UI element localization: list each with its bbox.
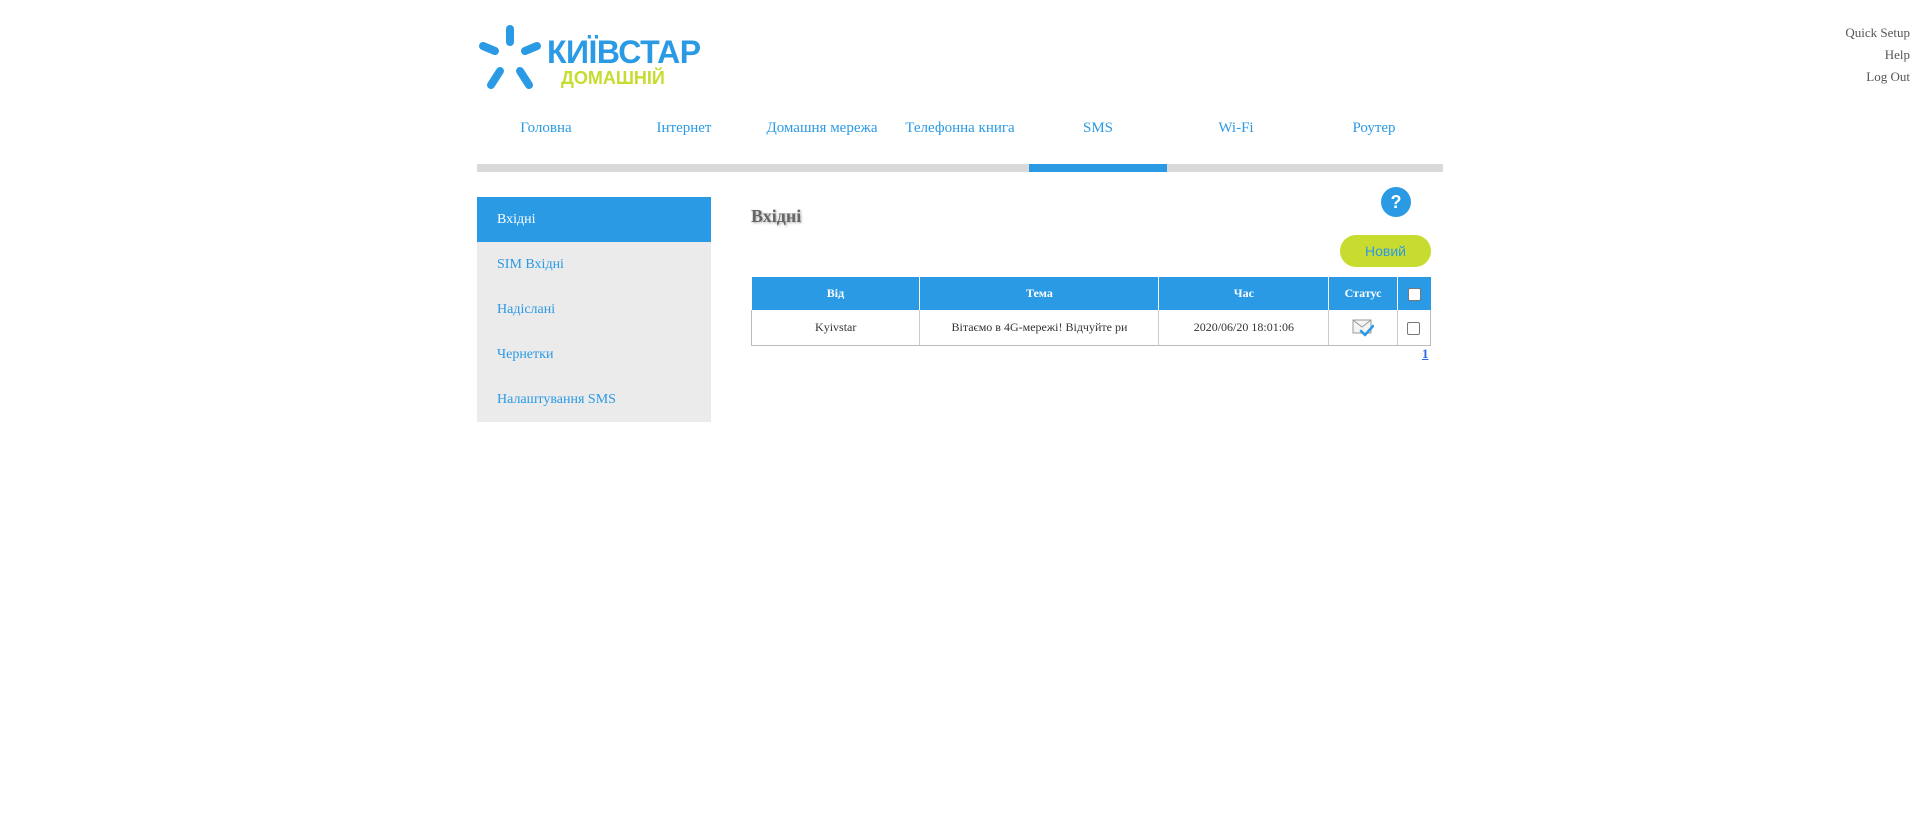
tab-sms[interactable]: SMS — [1029, 112, 1167, 144]
column-header-subject[interactable]: Тема — [919, 277, 1160, 310]
brand-subtitle: ДОМАШНІЙ — [561, 68, 665, 88]
message-status — [1328, 310, 1398, 346]
sidebar-item-inbox[interactable]: Вхідні — [477, 197, 711, 242]
sidebar-item-sim-inbox[interactable]: SIM Вхідні — [477, 242, 711, 287]
quick-setup-link[interactable]: Quick Setup — [1845, 22, 1910, 44]
tab-home-network[interactable]: Домашня мережа — [753, 112, 891, 144]
sidebar-item-sms-settings[interactable]: Налаштування SMS — [477, 377, 711, 422]
brand-name: КИЇВСТАР — [547, 34, 701, 70]
sms-sidebar: Вхідні SIM Вхідні Надіслані Чернетки Нал… — [477, 197, 711, 422]
top-links: Quick Setup Help Log Out — [1845, 22, 1910, 88]
sidebar-item-drafts[interactable]: Чернетки — [477, 332, 711, 377]
pagination-page-1[interactable]: 1 — [1422, 346, 1429, 362]
main-nav: Головна Інтернет Домашня мережа Телефонн… — [477, 112, 1443, 172]
message-select-checkbox[interactable] — [1407, 321, 1421, 335]
read-envelope-check-icon — [1352, 319, 1375, 336]
column-header-select-all — [1397, 277, 1431, 310]
message-time: 2020/06/20 18:01:06 — [1158, 310, 1330, 346]
kyivstar-logo[interactable]: КИЇВСТАР ДОМАШНІЙ — [477, 25, 701, 91]
new-message-button[interactable]: Новий — [1340, 235, 1431, 267]
tab-phonebook[interactable]: Телефонна книга — [891, 112, 1029, 144]
help-link[interactable]: Help — [1845, 44, 1910, 66]
message-from: Kyivstar — [750, 310, 921, 346]
tab-internet[interactable]: Інтернет — [615, 112, 753, 144]
messages-table: Від Тема Час Статус Kyivstar Вітаємо в 4… — [750, 277, 1432, 346]
tab-home[interactable]: Головна — [477, 112, 615, 144]
page-title: Вхідні — [751, 206, 802, 226]
tab-router[interactable]: Роутер — [1305, 112, 1443, 144]
logout-link[interactable]: Log Out — [1845, 66, 1910, 88]
column-header-from[interactable]: Від — [751, 277, 921, 310]
message-subject[interactable]: Вітаємо в 4G-мережі! Відчуйте ри — [919, 310, 1160, 346]
nav-active-indicator — [1029, 164, 1167, 172]
kyivstar-star-icon — [479, 25, 541, 89]
select-all-checkbox[interactable] — [1407, 287, 1421, 301]
table-header-row: Від Тема Час Статус — [751, 277, 1431, 310]
table-row[interactable]: Kyivstar Вітаємо в 4G-мережі! Відчуйте р… — [750, 310, 1432, 346]
help-button[interactable]: ? — [1381, 187, 1411, 217]
column-header-status[interactable]: Статус — [1328, 277, 1398, 310]
nav-indicator-track — [477, 164, 1443, 172]
column-header-time[interactable]: Час — [1158, 277, 1330, 310]
sidebar-item-sent[interactable]: Надіслані — [477, 287, 711, 332]
tab-wifi[interactable]: Wi-Fi — [1167, 112, 1305, 144]
message-select-cell — [1397, 310, 1432, 346]
